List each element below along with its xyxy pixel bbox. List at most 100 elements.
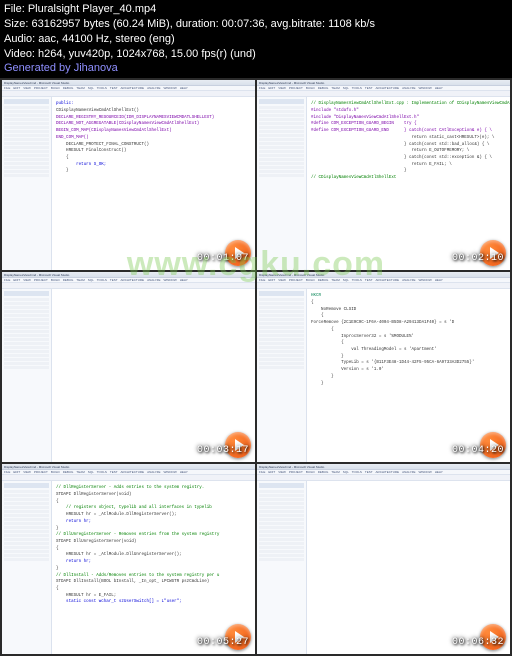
menu-item[interactable]: VIEW	[23, 278, 31, 282]
tree-item[interactable]	[4, 142, 49, 145]
tree-item[interactable]	[259, 122, 304, 125]
menu-item[interactable]: TEST	[110, 278, 118, 282]
code-editor[interactable]	[52, 289, 255, 462]
tree-item[interactable]	[4, 338, 49, 341]
tree-item[interactable]	[4, 138, 49, 141]
tree-item[interactable]	[259, 334, 304, 337]
thumbnail-tile[interactable]: DisplayNamesViewCmd - Microsoft Visual S…	[2, 464, 255, 654]
solution-explorer[interactable]	[2, 97, 52, 270]
tree-item[interactable]	[259, 330, 304, 333]
menu-item[interactable]: PROJECT	[34, 278, 48, 282]
menu-item[interactable]: ANALYZE	[402, 86, 415, 90]
tree-item[interactable]	[4, 534, 49, 537]
menu-item[interactable]: DEBUG	[63, 86, 74, 90]
menu-item[interactable]: TOOLS	[352, 86, 362, 90]
menu-item[interactable]: TEST	[365, 86, 373, 90]
tree-item[interactable]	[4, 358, 49, 361]
tree-item[interactable]	[259, 550, 304, 553]
tree-item[interactable]	[259, 510, 304, 513]
solution-explorer[interactable]	[257, 289, 307, 462]
tree-item[interactable]	[259, 554, 304, 557]
tree-item[interactable]	[259, 542, 304, 545]
tree-item[interactable]	[259, 174, 304, 177]
tree-item[interactable]	[259, 354, 304, 357]
tree-item[interactable]	[4, 558, 49, 561]
tree-item[interactable]	[259, 310, 304, 313]
tree-item[interactable]	[4, 166, 49, 169]
tree-item[interactable]	[4, 298, 49, 301]
tree-item[interactable]	[4, 542, 49, 545]
tree-item[interactable]	[259, 118, 304, 121]
menu-item[interactable]: EDIT	[13, 278, 20, 282]
tree-item[interactable]	[259, 318, 304, 321]
tree-item[interactable]	[4, 310, 49, 313]
menu-item[interactable]: TEST	[110, 86, 118, 90]
tree-item[interactable]	[259, 530, 304, 533]
menu-item[interactable]: TEAM	[76, 86, 84, 90]
menu-item[interactable]: WINDOW	[419, 470, 432, 474]
menu-item[interactable]: HELP	[435, 86, 443, 90]
tree-item[interactable]	[4, 498, 49, 501]
menu-item[interactable]: ANALYZE	[402, 470, 415, 474]
tree-item[interactable]	[259, 498, 304, 501]
solution-explorer[interactable]	[2, 481, 52, 654]
solution-explorer[interactable]	[2, 289, 52, 462]
tree-item[interactable]	[4, 122, 49, 125]
tree-item[interactable]	[259, 306, 304, 309]
tree-item[interactable]	[4, 354, 49, 357]
code-editor[interactable]: // DisplayNamesViewCmdAtlShellExt.cpp : …	[307, 97, 510, 270]
menu-item[interactable]: FILE	[259, 86, 265, 90]
menu-item[interactable]: VIEW	[278, 278, 286, 282]
menu-item[interactable]: PROJECT	[289, 470, 303, 474]
tree-item[interactable]	[4, 302, 49, 305]
menu-item[interactable]: ARCHITECTURE	[121, 86, 145, 90]
menu-item[interactable]: FILE	[259, 470, 265, 474]
tree-item[interactable]	[4, 510, 49, 513]
tree-item[interactable]	[259, 490, 304, 493]
tree-item[interactable]	[4, 118, 49, 121]
tree-item[interactable]	[259, 342, 304, 345]
tree-item[interactable]	[259, 110, 304, 113]
menu-item[interactable]: BUILD	[51, 278, 60, 282]
tree-item[interactable]	[259, 546, 304, 549]
menu-item[interactable]: TEST	[365, 470, 373, 474]
tree-item[interactable]	[259, 158, 304, 161]
tree-item[interactable]	[259, 522, 304, 525]
tree-item[interactable]	[259, 170, 304, 173]
tree-item[interactable]	[259, 322, 304, 325]
menu-item[interactable]: TOOLS	[352, 470, 362, 474]
tree-item[interactable]	[259, 506, 304, 509]
tree-item[interactable]	[259, 126, 304, 129]
menu-item[interactable]: DEBUG	[318, 86, 329, 90]
menu-item[interactable]: EDIT	[13, 470, 20, 474]
tree-item[interactable]	[4, 110, 49, 113]
menu-item[interactable]: TEST	[110, 470, 118, 474]
tree-item[interactable]	[4, 322, 49, 325]
tree-item[interactable]	[4, 526, 49, 529]
thumbnail-tile[interactable]: DisplayNamesViewCmd - Microsoft Visual S…	[2, 272, 255, 462]
menu-item[interactable]: SQL	[88, 86, 94, 90]
tree-item[interactable]	[4, 326, 49, 329]
code-editor[interactable]: HKCR{ NoRemove CLSID {ForceRemove {2C1E9…	[307, 289, 510, 462]
tree-item[interactable]	[4, 306, 49, 309]
tree-item[interactable]	[4, 550, 49, 553]
tree-item[interactable]	[259, 150, 304, 153]
tree-item[interactable]	[259, 298, 304, 301]
menu-item[interactable]: BUILD	[306, 86, 315, 90]
solution-explorer[interactable]	[257, 97, 307, 270]
menu-item[interactable]: DEBUG	[318, 470, 329, 474]
tree-item[interactable]	[259, 106, 304, 109]
code-editor[interactable]: // DllRegisterServer - Adds entries to t…	[52, 481, 255, 654]
tree-item[interactable]	[259, 518, 304, 521]
menu-item[interactable]: HELP	[180, 470, 188, 474]
menu-item[interactable]: FILE	[4, 278, 10, 282]
tree-item[interactable]	[4, 154, 49, 157]
tree-item[interactable]	[259, 494, 304, 497]
tree-item[interactable]	[259, 138, 304, 141]
tree-item[interactable]	[4, 334, 49, 337]
menu-item[interactable]: DEBUG	[63, 470, 74, 474]
tree-item[interactable]	[4, 146, 49, 149]
menu-item[interactable]: ARCHITECTURE	[376, 470, 400, 474]
tree-item[interactable]	[4, 346, 49, 349]
menu-item[interactable]: PROJECT	[34, 470, 48, 474]
